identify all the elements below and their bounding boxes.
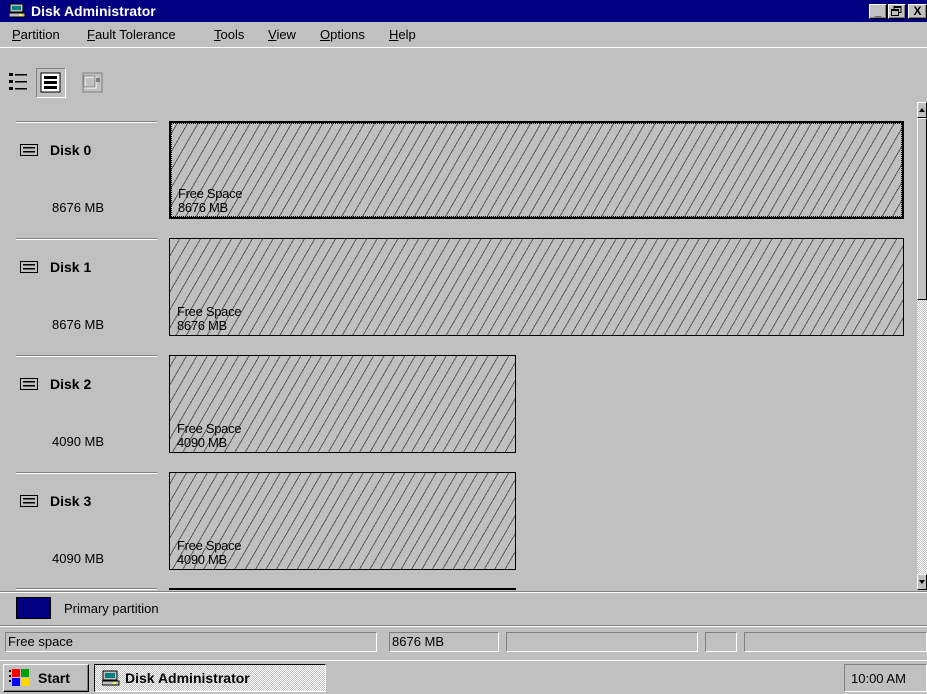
status-panel-3 (506, 632, 698, 652)
disk-2-region-size: 4090 MB (177, 435, 227, 450)
disk-1-free-space-region[interactable]: Free Space 8676 MB (169, 238, 904, 336)
taskbar-task-label: Disk Administrator (125, 670, 250, 686)
menu-partition-mnemonic: P (12, 27, 21, 42)
disk-2-region-label: Free Space (177, 421, 242, 436)
toolbar (0, 47, 927, 102)
menu-fault-tolerance[interactable]: Fault Tolerance (87, 27, 176, 43)
scroll-down-button[interactable] (917, 574, 927, 590)
maximize-button[interactable] (888, 4, 906, 19)
status-divider (0, 625, 927, 627)
hard-disk-icon (20, 495, 38, 507)
menu-fault-tolerance-label: ault Tolerance (94, 27, 176, 42)
disk-1-size: 8676 MB (52, 317, 105, 332)
clock[interactable]: 10:00 AM (851, 671, 906, 686)
scroll-up-button[interactable] (917, 102, 927, 118)
windows-logo-icon (9, 669, 29, 686)
disk-1-divider (16, 238, 157, 240)
disk-3-region-size: 4090 MB (177, 552, 227, 567)
disk-0-size: 8676 MB (52, 200, 105, 215)
menu-fault-tolerance-mnemonic: F (87, 27, 95, 42)
menu-partition[interactable]: Partition (12, 27, 60, 43)
disk-2-name: Disk 2 (50, 376, 92, 392)
disk-3-region-text: Free Space 4090 MB (177, 538, 242, 567)
disk-2-divider (16, 355, 157, 357)
close-button[interactable]: X (908, 4, 927, 19)
menu-view-label: iew (276, 27, 296, 42)
disk-0-divider (16, 121, 157, 123)
menu-options[interactable]: Options (320, 27, 365, 43)
menu-partition-label: artition (20, 27, 60, 42)
disk-1-region-size: 8676 MB (177, 318, 227, 333)
menu-view[interactable]: View (268, 27, 296, 43)
legend-divider (0, 591, 927, 593)
menu-options-mnemonic: O (320, 27, 331, 42)
scroll-down-arrow-icon (919, 580, 925, 584)
menu-help[interactable]: Help (389, 27, 416, 43)
taskbar: Start Disk Administrator 10:00 AM (0, 660, 927, 694)
scroll-up-arrow-icon (919, 108, 925, 112)
menu-bar: Partition Fault Tolerance Tools View Opt… (0, 22, 927, 47)
properties-icon (82, 72, 103, 93)
disk-administrator-icon (9, 3, 26, 18)
window-title: Disk Administrator (31, 3, 156, 19)
next-disk-region-edge (169, 588, 516, 590)
primary-partition-swatch (16, 597, 51, 619)
minimize-button[interactable]: _ (869, 4, 887, 19)
status-panel-4 (705, 632, 737, 652)
status-panel-size: 8676 MB (389, 632, 499, 652)
restore-icon (891, 6, 902, 16)
disk-4-divider (16, 588, 157, 590)
disk-1-region-label: Free Space (177, 304, 242, 319)
status-panel-5 (744, 632, 927, 652)
disk-administrator-icon (102, 670, 120, 686)
disk-0-name: Disk 0 (50, 142, 92, 158)
volumes-view-button[interactable] (6, 68, 36, 98)
volumes-view-icon (9, 73, 27, 90)
disk-2-region-text: Free Space 4090 MB (177, 421, 242, 450)
menu-help-label: elp (398, 27, 416, 42)
disk-3-divider (16, 472, 157, 474)
disk-configuration-view-button[interactable] (36, 68, 66, 98)
disk-configuration-view-icon (40, 72, 61, 93)
disk-3-region-label: Free Space (177, 538, 242, 553)
hard-disk-icon (20, 261, 38, 273)
menu-tools-label: ools (220, 27, 245, 42)
disk-0-region-text: Free Space 8676 MB (178, 186, 243, 215)
menu-tools[interactable]: Tools (214, 27, 244, 43)
start-button[interactable]: Start (3, 664, 89, 692)
legend-label: Primary partition (64, 601, 159, 616)
disk-0-free-space-region[interactable]: Free Space 8676 MB (169, 121, 904, 219)
disk-3-size: 4090 MB (52, 551, 105, 566)
disk-configuration-area: Disk 0 8676 MB Free Space 8676 MB Disk 1… (0, 102, 917, 590)
properties-button[interactable] (78, 68, 108, 98)
hard-disk-icon (20, 378, 38, 390)
vertical-scrollbar[interactable] (917, 102, 927, 590)
disk-3-name: Disk 3 (50, 493, 92, 509)
disk-2-size: 4090 MB (52, 434, 105, 449)
menu-help-mnemonic: H (389, 27, 399, 42)
start-label: Start (38, 670, 70, 686)
taskbar-disk-administrator-button[interactable]: Disk Administrator (94, 664, 326, 692)
status-panel-type: Free space (5, 632, 377, 652)
hard-disk-icon (20, 144, 38, 156)
title-bar: Disk Administrator _ X (0, 0, 927, 22)
disk-2-free-space-region[interactable]: Free Space 4090 MB (169, 355, 516, 453)
disk-1-name: Disk 1 (50, 259, 92, 275)
system-tray: 10:00 AM (844, 664, 927, 692)
disk-1-region-text: Free Space 8676 MB (177, 304, 242, 333)
disk-3-free-space-region[interactable]: Free Space 4090 MB (169, 472, 516, 570)
disk-0-region-label: Free Space (178, 186, 243, 201)
disk-0-region-size: 8676 MB (178, 200, 228, 215)
menu-options-label: ptions (330, 27, 365, 42)
scroll-thumb[interactable] (917, 118, 927, 300)
